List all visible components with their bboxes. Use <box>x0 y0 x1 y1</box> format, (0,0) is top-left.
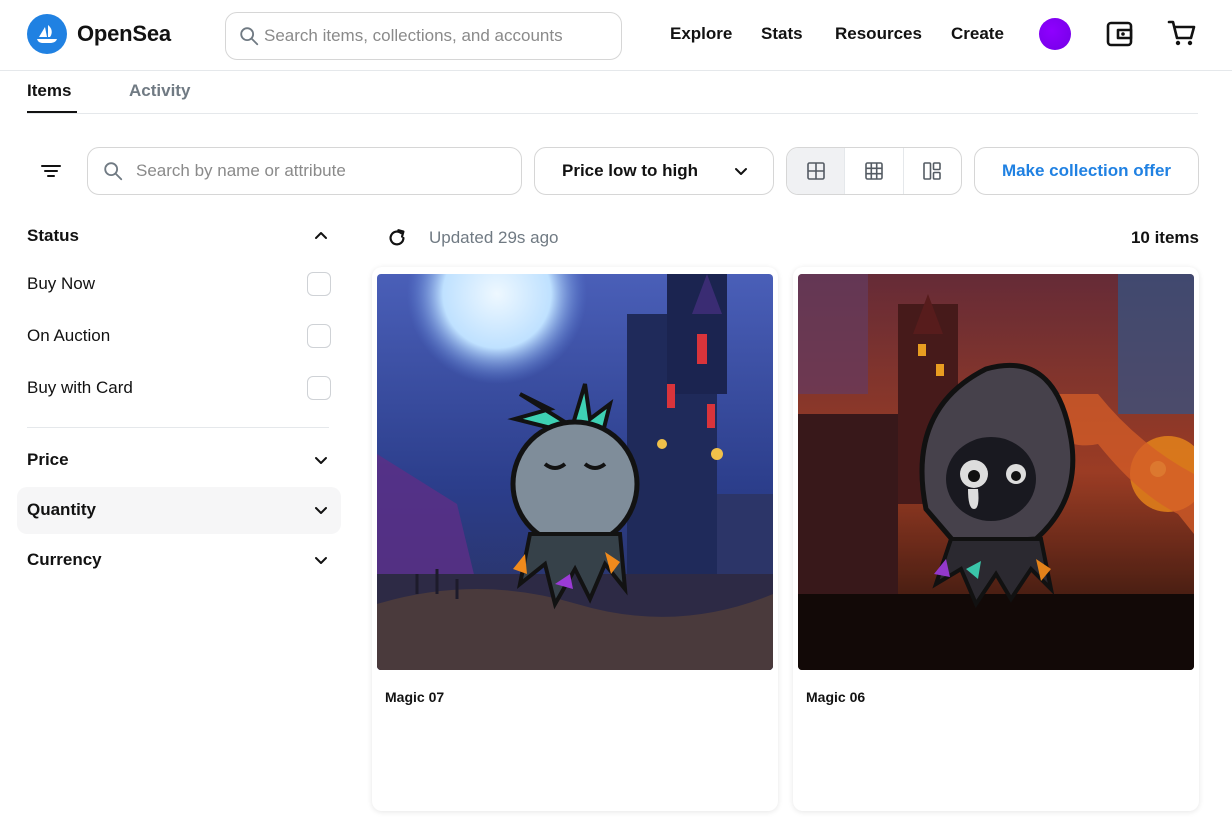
cart-button[interactable] <box>1166 17 1198 49</box>
buy-with-card-checkbox[interactable] <box>307 376 331 400</box>
small-grid-icon <box>865 162 883 180</box>
cart-icon <box>1167 20 1196 46</box>
status-option-label: On Auction <box>27 326 111 345</box>
status-option-buy-now[interactable]: Buy Now <box>27 271 331 297</box>
quantity-filter-header[interactable]: Quantity <box>27 498 329 522</box>
top-navigation-bar: OpenSea Explore Stats Resources Create <box>0 0 1232 71</box>
chevron-down-icon <box>315 507 327 514</box>
status-option-on-auction[interactable]: On Auction <box>27 323 331 349</box>
global-search-bar[interactable] <box>225 12 622 60</box>
nav-create-link[interactable]: Create <box>951 24 1004 44</box>
item-search-input[interactable] <box>136 161 521 181</box>
chevron-down-icon <box>315 557 327 564</box>
make-collection-offer-button[interactable]: Make collection offer <box>974 147 1199 195</box>
chevron-down-icon <box>735 168 747 175</box>
tab-activity[interactable]: Activity <box>129 81 190 101</box>
wallet-icon <box>1106 21 1133 47</box>
view-small-grid-button[interactable] <box>845 148 904 194</box>
price-filter-header[interactable]: Price <box>27 448 329 472</box>
mosaic-icon <box>923 162 942 180</box>
nft-image <box>377 274 773 670</box>
chevron-up-icon <box>315 232 327 239</box>
buy-now-checkbox[interactable] <box>307 272 331 296</box>
refresh-icon[interactable] <box>386 227 408 249</box>
quantity-filter-title: Quantity <box>27 500 96 519</box>
opensea-logo[interactable]: OpenSea <box>27 14 171 54</box>
item-count: 10 items <box>1130 228 1199 247</box>
search-icon <box>104 162 123 181</box>
item-search-bar[interactable] <box>87 147 522 195</box>
sort-dropdown-label: Price low to high <box>562 161 699 180</box>
status-option-label: Buy with Card <box>27 378 133 397</box>
status-option-label: Buy Now <box>27 274 96 293</box>
tab-items[interactable]: Items <box>27 81 78 113</box>
profile-avatar[interactable] <box>1039 18 1071 50</box>
view-mode-toggle <box>786 147 962 195</box>
collection-tabs: Items Activity <box>27 71 1198 114</box>
status-filter-header[interactable]: Status <box>27 224 329 248</box>
view-mosaic-button[interactable] <box>904 148 961 194</box>
opensea-logo-icon <box>27 14 67 54</box>
nft-card-name: Magic 07 <box>385 689 445 705</box>
global-search-input[interactable] <box>264 26 621 46</box>
nav-stats-link[interactable]: Stats <box>761 24 803 44</box>
nav-resources-link[interactable]: Resources <box>835 24 922 44</box>
nft-card[interactable]: Magic 07 <box>372 267 778 811</box>
status-filter-title: Status <box>27 226 79 245</box>
last-updated-text: Updated 29s ago <box>429 228 559 247</box>
filter-lines-icon <box>41 165 61 177</box>
sidebar-divider <box>27 427 329 428</box>
wallet-button[interactable] <box>1104 18 1136 50</box>
sort-dropdown[interactable]: Price low to high <box>534 147 774 195</box>
currency-filter-header[interactable]: Currency <box>27 548 329 572</box>
nft-card[interactable]: Magic 06 <box>793 267 1199 811</box>
chevron-down-icon <box>315 457 327 464</box>
nav-explore-link[interactable]: Explore <box>670 24 732 44</box>
nft-card-name: Magic 06 <box>806 689 866 705</box>
currency-filter-title: Currency <box>27 550 102 569</box>
on-auction-checkbox[interactable] <box>307 324 331 348</box>
nft-image <box>798 274 1194 670</box>
filter-toggle-button[interactable] <box>36 156 66 186</box>
brand-name: OpenSea <box>77 21 171 46</box>
status-option-buy-with-card[interactable]: Buy with Card <box>27 375 331 401</box>
price-filter-title: Price <box>27 450 69 469</box>
view-large-grid-button[interactable] <box>787 148 846 194</box>
search-icon <box>240 27 259 46</box>
large-grid-icon <box>806 162 825 180</box>
